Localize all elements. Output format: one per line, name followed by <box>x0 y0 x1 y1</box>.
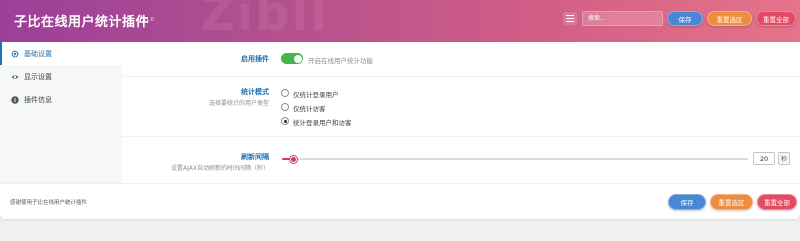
sidebar-item-label: 基础设置 <box>24 49 52 58</box>
info-icon <box>11 95 19 104</box>
sidebar-item-info[interactable]: 插件信息 <box>0 88 122 111</box>
radio-label: 仅统计访客 <box>293 105 326 113</box>
reset-all-button[interactable]: 重置全部 <box>756 11 796 26</box>
footer-reset-section-button[interactable]: 重置选区 <box>710 194 753 210</box>
refresh-interval-slider[interactable] <box>282 155 748 163</box>
gear-icon <box>11 50 19 58</box>
search-input[interactable] <box>582 11 663 26</box>
sidebar: 基础设置 显示设置 插件信息 <box>0 42 122 183</box>
list-icon[interactable] <box>563 12 577 25</box>
footer-save-button[interactable]: 保存 <box>668 194 706 210</box>
stat-mode-description: 选择要统计的用户类型 <box>208 100 269 107</box>
sidebar-item-basic[interactable]: 基础设置 <box>0 42 122 65</box>
slider-handle[interactable] <box>290 155 297 163</box>
divider <box>122 136 800 137</box>
unit-label: 秒 <box>778 152 790 165</box>
enable-plugin-label: 启用插件 <box>241 55 269 63</box>
radio-logged-in-and-visitors[interactable] <box>281 117 289 125</box>
sidebar-item-label: 显示设置 <box>24 72 52 81</box>
refresh-interval-label: 刷新间隔 <box>241 153 269 161</box>
reset-section-button[interactable]: 重置选区 <box>707 11 752 26</box>
header-bar: Zibll 子比在线用户统计插件 v1.0 保存 重置选区 重置全部 <box>0 0 800 42</box>
sidebar-item-label: 插件信息 <box>24 95 52 104</box>
header-watermark: Zibll <box>200 0 329 42</box>
radio-label: 仅统计登录用户 <box>293 91 339 99</box>
save-button[interactable]: 保存 <box>667 11 703 26</box>
radio-label: 统计登录用户和访客 <box>293 119 352 127</box>
refresh-interval-input[interactable]: 20 <box>753 152 775 165</box>
stat-mode-label: 统计模式 <box>241 88 269 96</box>
enable-plugin-description: 开启在线用户统计功能 <box>308 57 373 65</box>
plugin-settings-panel: Zibll 子比在线用户统计插件 v1.0 保存 重置选区 重置全部 基础设置 … <box>0 0 800 219</box>
footer-reset-all-button[interactable]: 重置全部 <box>757 194 797 210</box>
settings-content: 启用插件 开启在线用户统计功能 统计模式 选择要统计的用户类型 仅统计登录用户 … <box>122 42 800 183</box>
enable-plugin-toggle[interactable] <box>281 53 303 64</box>
refresh-interval-description: 设置AJAX自动刷新的时间间隔（秒） <box>171 165 269 172</box>
divider <box>122 76 800 77</box>
sidebar-item-display[interactable]: 显示设置 <box>0 65 122 88</box>
radio-logged-in-only[interactable] <box>281 89 289 97</box>
footer-thanks-text: 感谢使用子比在线用户统计插件 <box>10 200 88 206</box>
footer-bar: 感谢使用子比在线用户统计插件 保存 重置选区 重置全部 <box>0 183 800 219</box>
plugin-title: 子比在线用户统计插件 <box>14 15 150 30</box>
version-label: v1.0 <box>143 17 154 23</box>
radio-visitors-only[interactable] <box>281 103 289 111</box>
eye-icon <box>11 73 19 81</box>
